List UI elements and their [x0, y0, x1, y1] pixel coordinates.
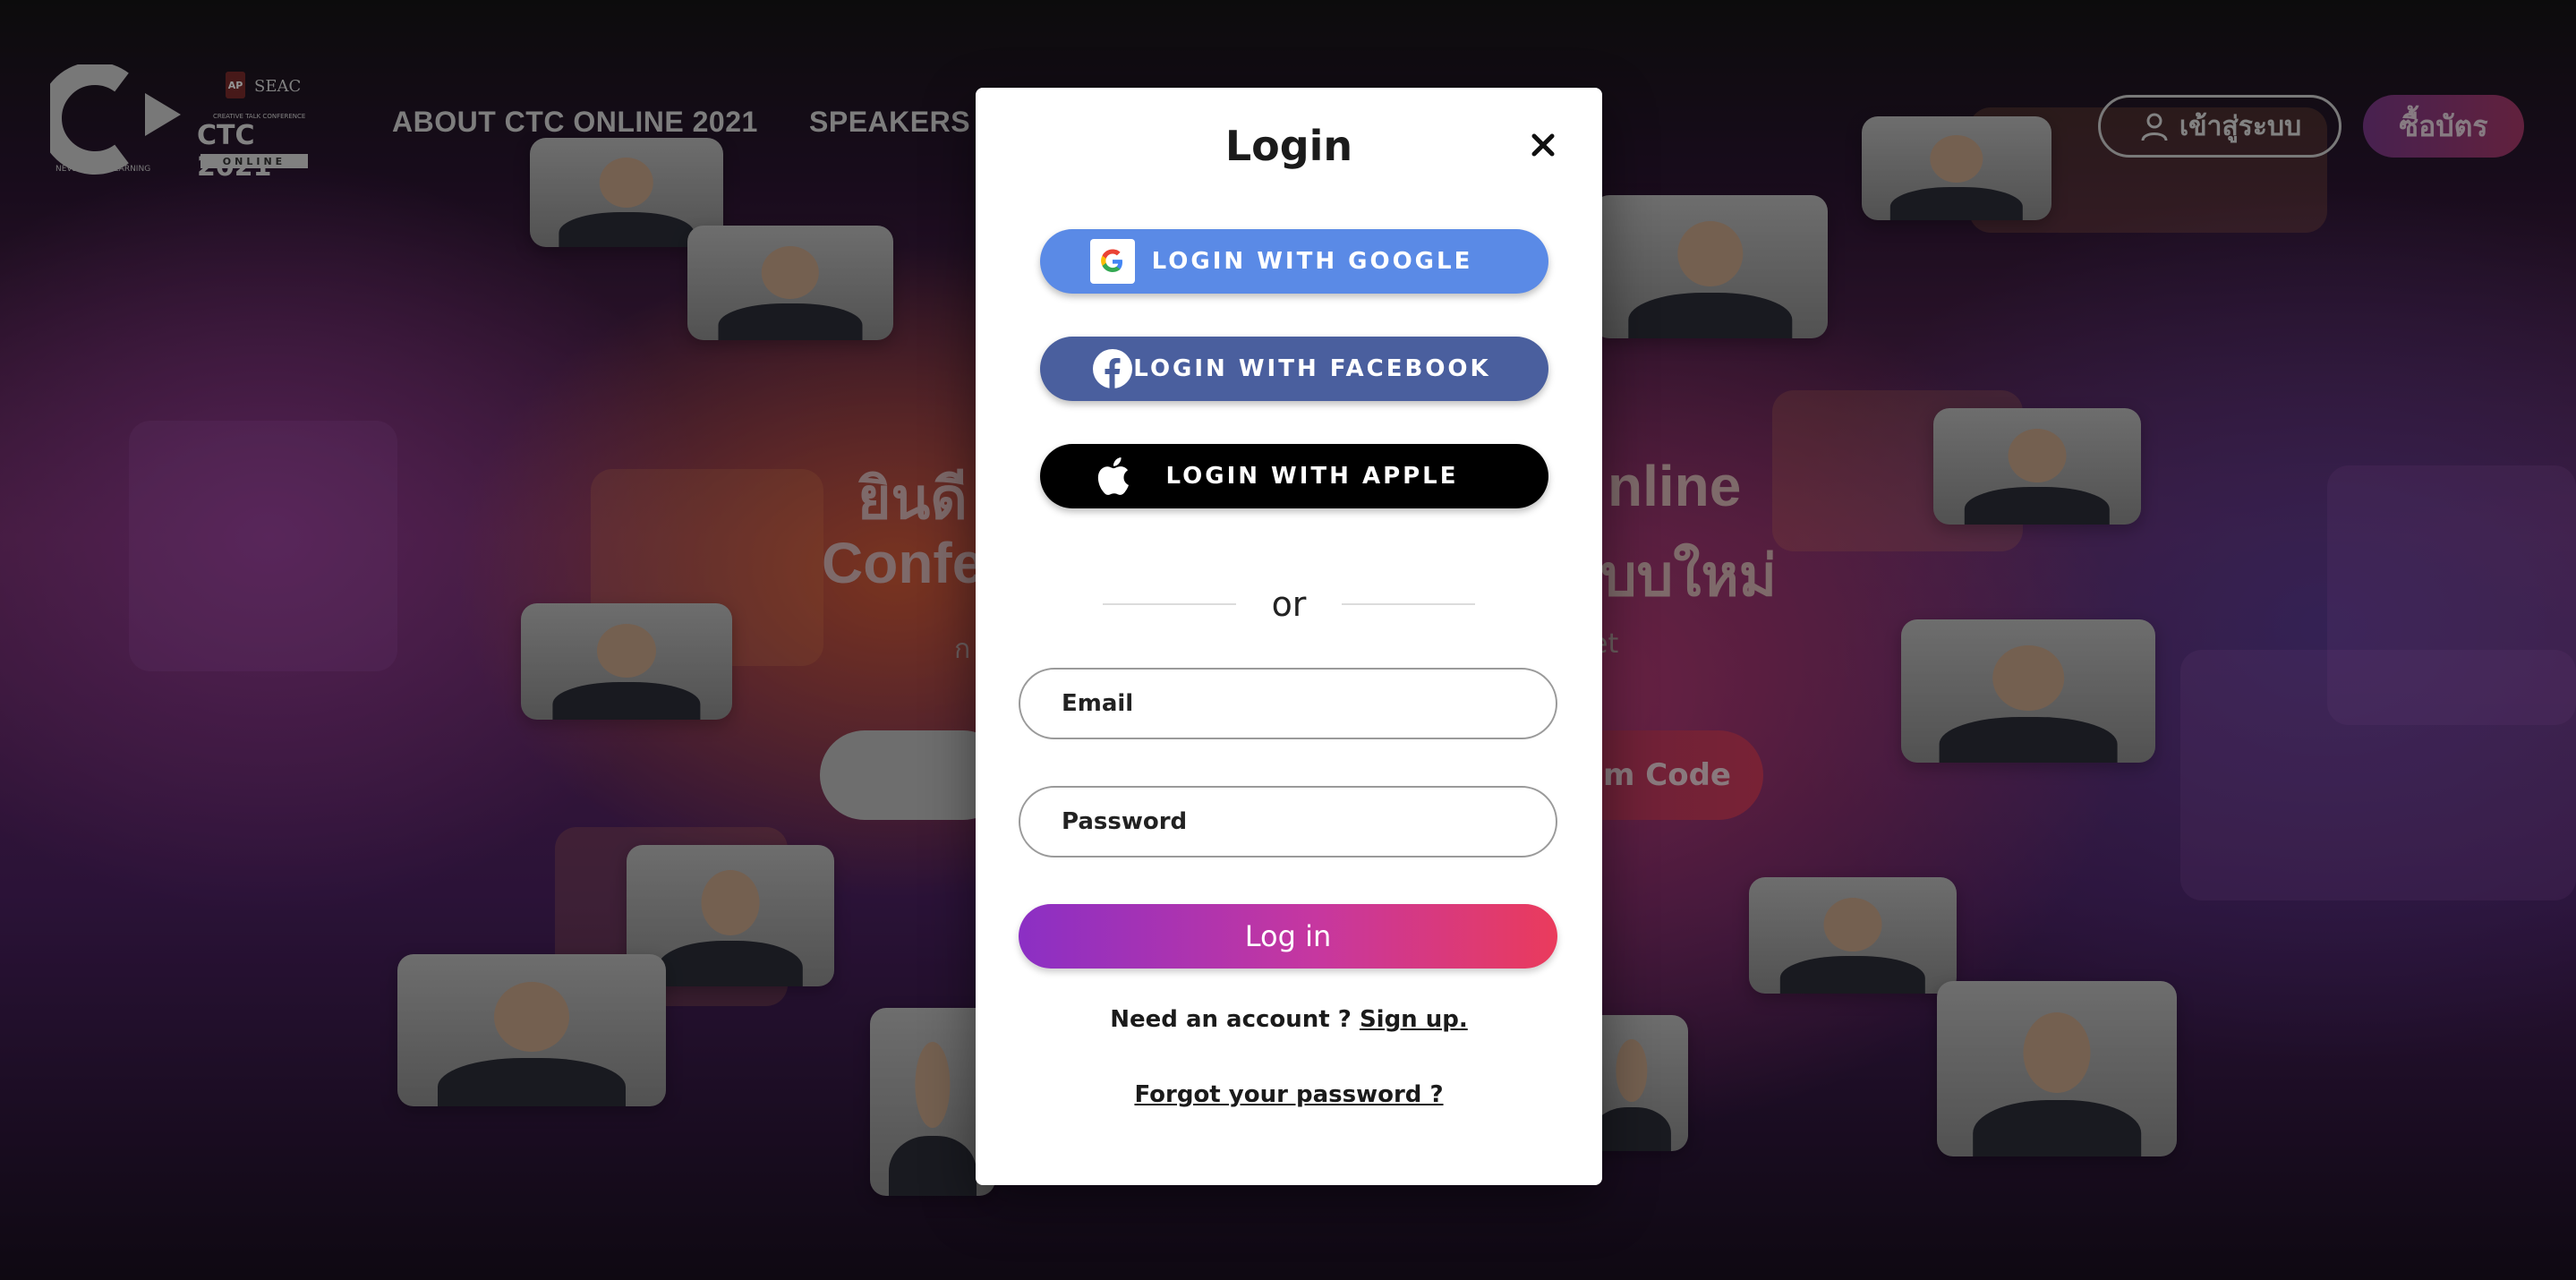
or-divider: or [1103, 582, 1475, 627]
login-google-label: LOGIN WITH GOOGLE [1151, 248, 1473, 275]
login-apple-button[interactable]: LOGIN WITH APPLE [1040, 444, 1548, 508]
signup-prompt: Need an account ? Sign up. [976, 1006, 1602, 1033]
login-apple-label: LOGIN WITH APPLE [1165, 463, 1459, 490]
close-button[interactable] [1523, 125, 1563, 165]
login-facebook-button[interactable]: LOGIN WITH FACEBOOK [1040, 337, 1548, 401]
forgot-password-link[interactable]: Forgot your password ? [1134, 1081, 1443, 1108]
signup-link[interactable]: Sign up. [1360, 1006, 1468, 1033]
need-account-text: Need an account ? [1110, 1006, 1352, 1033]
password-field[interactable] [1019, 786, 1557, 858]
forgot-password-row: Forgot your password ? [976, 1081, 1602, 1108]
login-facebook-label: LOGIN WITH FACEBOOK [1133, 355, 1491, 382]
login-button[interactable]: Log in [1019, 904, 1557, 969]
login-modal: Login LOGIN WITH GOOGLE LOGIN WITH FACEB… [976, 88, 1602, 1185]
or-text: or [1271, 585, 1307, 624]
close-icon [1531, 133, 1555, 157]
modal-title: Login [1224, 122, 1353, 170]
login-google-button[interactable]: LOGIN WITH GOOGLE [1040, 229, 1548, 294]
divider-line [1342, 603, 1475, 605]
login-button-label: Log in [1244, 919, 1332, 953]
divider-line [1103, 603, 1236, 605]
email-field[interactable] [1019, 668, 1557, 739]
